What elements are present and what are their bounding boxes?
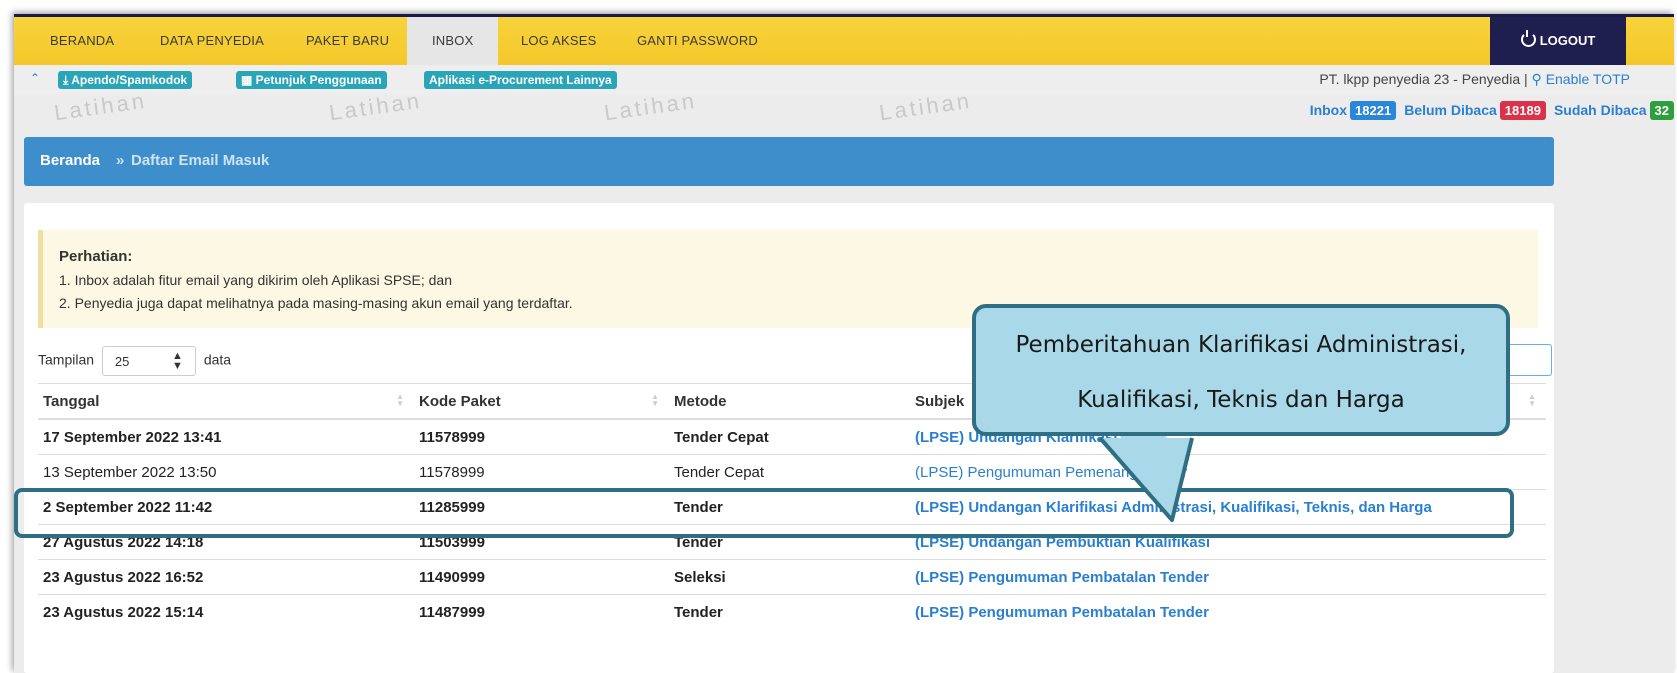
table-row[interactable]: 23 Agustus 2022 15:14 11487999 Tender (L…	[38, 594, 1546, 629]
page-length-select[interactable]: 25 ▲ ▼	[101, 346, 196, 376]
read-count-badge: 32	[1649, 101, 1674, 120]
breadcrumb-current: Daftar Email Masuk	[131, 152, 270, 169]
date-cell: 23 Agustus 2022 15:14	[38, 594, 414, 629]
code-cell: 11578999	[414, 418, 669, 455]
table-row[interactable]: 2 September 2022 11:42 11285999 Tender (…	[38, 489, 1546, 525]
notice-line-2: 2. Penyedia juga dapat melihatnya pada m…	[59, 295, 573, 311]
inbox-counters: Inbox 18221 Belum Dibaca 18189 Sudah Dibaca 3…	[1310, 101, 1674, 120]
column-header-kode-paket[interactable]: Kode Paket ▲ ▼	[414, 383, 669, 420]
power-icon	[1520, 30, 1536, 47]
sort-icon: ▲ ▼	[396, 392, 404, 408]
inbox-label[interactable]: Inbox	[1310, 102, 1347, 118]
column-label: Kode Paket	[419, 392, 501, 410]
sort-icon: ▲ ▼	[651, 392, 659, 408]
length-suffix: data	[203, 351, 232, 368]
date-cell: 13 September 2022 13:50	[38, 454, 414, 490]
notice-title: Perhatian:	[59, 248, 133, 265]
logout-label: LOGOUT	[1539, 33, 1596, 48]
chevron-up-icon[interactable]: ⌃	[30, 71, 40, 85]
subject-cell: (LPSE) Pengumuman Pemenang Tender	[910, 454, 1546, 490]
subject-cell: (LPSE) Pengumuman Pembatalan Tender	[910, 594, 1546, 629]
subject-cell: (LPSE) Undangan Klarifikasi Administrasi…	[910, 489, 1546, 525]
code-cell: 11578999	[414, 454, 669, 490]
page-length-control: Tampilan 25 ▲ ▼ data	[38, 346, 231, 376]
column-label: Tanggal	[43, 392, 100, 410]
table-row[interactable]: 27 Agustus 2022 14:18 11503999 Tender (L…	[38, 524, 1546, 560]
code-cell: 11487999	[414, 594, 669, 629]
callout-line-1: Pemberitahuan Klarifikasi Administrasi,	[1015, 332, 1467, 358]
code-cell: 11503999	[414, 524, 669, 560]
sort-icon: ▲ ▼	[1528, 392, 1536, 408]
subject-link[interactable]: (LPSE) Pengumuman Pemenang Tender	[915, 464, 1187, 481]
nav-paket-baru[interactable]: PAKET BARU	[292, 17, 403, 65]
notice-line-1: 1. Inbox adalah fitur email yang dikirim…	[59, 272, 452, 288]
annotation-callout: Pemberitahuan Klarifikasi Administrasi, …	[972, 304, 1510, 436]
date-cell: 2 September 2022 11:42	[38, 489, 414, 525]
top-navbar: BERANDA DATA PENYEDIA PAKET BARU INBOX L…	[14, 14, 1674, 65]
nav-data-penyedia[interactable]: DATA PENYEDIA	[146, 17, 278, 65]
apendo-label: Apendo/Spamkodok	[71, 73, 188, 87]
code-cell: 11490999	[414, 559, 669, 595]
nav-inbox[interactable]: INBOX	[407, 17, 499, 65]
column-label: Metode	[674, 392, 727, 410]
unread-label[interactable]: Belum Dibaca	[1404, 102, 1497, 118]
content-panel: Perhatian: 1. Inbox adalah fitur email y…	[24, 203, 1554, 673]
breadcrumb-home[interactable]: Beranda	[40, 152, 100, 169]
petunjuk-link[interactable]: ▦ Petunjuk Penggunaan	[236, 71, 387, 89]
method-cell: Tender	[669, 594, 910, 629]
table-row[interactable]: 13 September 2022 13:50 11578999 Tender …	[38, 454, 1546, 490]
breadcrumb-separator: »	[116, 152, 125, 169]
aplikasi-link[interactable]: Aplikasi e-Procurement Lainnya	[424, 71, 617, 89]
subject-cell: (LPSE) Pengumuman Pembatalan Tender	[910, 559, 1546, 595]
method-cell: Tender	[669, 524, 910, 560]
method-cell: Tender	[669, 489, 910, 525]
date-cell: 27 Agustus 2022 14:18	[38, 524, 414, 560]
method-cell: Tender Cepat	[669, 454, 910, 490]
unread-count-badge: 18189	[1499, 101, 1546, 120]
sort-updown-icon: ▲ ▼	[172, 350, 183, 372]
enable-totp-link[interactable]: ⚲ Enable TOTP	[1532, 71, 1630, 87]
aplikasi-label: Aplikasi e-Procurement Lainnya	[429, 73, 612, 87]
nav-beranda[interactable]: BERANDA	[36, 17, 128, 65]
column-header-tanggal[interactable]: Tanggal ▲ ▼	[38, 383, 414, 420]
nav-ganti-password[interactable]: GANTI PASSWORD	[623, 17, 772, 65]
user-name: PT. lkpp penyedia 23 - Penyedia |	[1319, 71, 1528, 87]
column-header-metode[interactable]: Metode	[669, 383, 910, 420]
inbox-count-badge: 18221	[1350, 101, 1397, 120]
subject-cell: (LPSE) Undangan Pembuktian Kualifikasi	[910, 524, 1546, 560]
method-cell: Seleksi	[669, 559, 910, 595]
subject-link[interactable]: (LPSE) Undangan Pembuktian Kualifikasi	[915, 534, 1210, 551]
petunjuk-label: Petunjuk Penggunaan	[255, 73, 382, 87]
subject-link[interactable]: (LPSE) Undangan Klarifikasi Administrasi…	[915, 499, 1432, 516]
read-label[interactable]: Sudah Dibaca	[1554, 102, 1647, 118]
subject-link[interactable]: (LPSE) Pengumuman Pembatalan Tender	[915, 569, 1209, 586]
enable-totp-label: Enable TOTP	[1545, 71, 1630, 87]
download-icon: ⤓	[63, 73, 72, 87]
user-info: PT. lkpp penyedia 23 - Penyedia | ⚲ Enab…	[1319, 71, 1630, 88]
breadcrumb: Beranda » Daftar Email Masuk	[24, 137, 1554, 186]
page-length-value: 25	[114, 354, 130, 369]
apendo-link[interactable]: ⤓ Apendo/Spamkodok	[58, 71, 193, 89]
sub-toolbar: ⌃ ⤓ Apendo/Spamkodok ▦ Petunjuk Pengguna…	[14, 65, 1674, 95]
callout-line-2: Kualifikasi, Teknis dan Harga	[1077, 387, 1405, 413]
column-label: Subjek	[915, 392, 965, 410]
length-prefix: Tampilan	[38, 351, 95, 368]
subject-link[interactable]: (LPSE) Pengumuman Pembatalan Tender	[915, 604, 1209, 621]
date-cell: 23 Agustus 2022 16:52	[38, 559, 414, 595]
date-cell: 17 September 2022 13:41	[38, 418, 414, 455]
table-row[interactable]: 23 Agustus 2022 16:52 11490999 Seleksi (…	[38, 559, 1546, 595]
key-icon: ⚲	[1531, 71, 1542, 87]
book-icon: ▦	[241, 73, 256, 87]
method-cell: Tender Cepat	[669, 418, 910, 455]
nav-log-akses[interactable]: LOG AKSES	[507, 17, 611, 65]
code-cell: 11285999	[414, 489, 669, 525]
logout-button[interactable]: LOGOUT	[1490, 17, 1626, 65]
